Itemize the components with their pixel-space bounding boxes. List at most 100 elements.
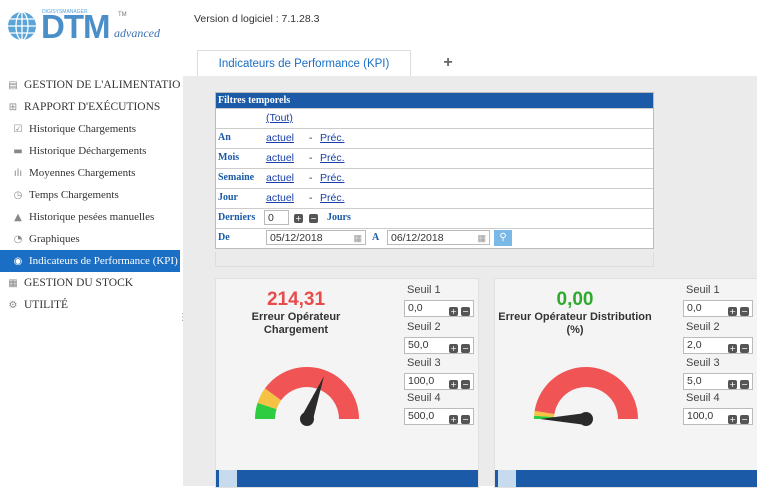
kpi-label: Erreur Opérateur Distribution (%) [498, 311, 652, 336]
actuel-link[interactable]: actuel [266, 192, 294, 204]
dashboard-icon: ◉ [13, 256, 23, 267]
version-text: Version d logiciel : 7.1.28.3 [194, 13, 320, 25]
bars-icon: ılı [13, 168, 23, 179]
sidebar-item-label: GESTION DU STOCK [24, 277, 134, 289]
sidebar-item-1[interactable]: ⊞ RAPPORT D'EXÉCUTIONS [0, 96, 180, 118]
calendar-icon[interactable]: ▦ [477, 231, 486, 246]
plus-icon[interactable]: + [449, 414, 459, 424]
sidebar-item-10[interactable]: ⚙ UTILITÉ [0, 294, 180, 316]
seuil-input[interactable]: 50,0 + − [404, 337, 474, 354]
minus-icon[interactable]: − [461, 379, 470, 389]
seuil-input[interactable]: 5,0 + − [683, 373, 753, 390]
sidebar-item-label: UTILITÉ [24, 299, 69, 311]
plus-icon[interactable]: + [449, 343, 459, 353]
plus-icon[interactable]: + [449, 306, 459, 316]
seuil-value: 0,0 [687, 302, 702, 314]
sidebar-item-label: RAPPORT D'EXÉCUTIONS [24, 101, 161, 113]
sidebar-item-4[interactable]: ılı Moyennes Chargements [0, 162, 180, 184]
search-button[interactable]: ⚲ [494, 230, 512, 246]
prec-link[interactable]: Préc. [320, 132, 345, 144]
kpi-label: Erreur Opérateur Chargement [251, 311, 341, 336]
truck-icon: ▬ [13, 146, 23, 157]
feed-icon: ▤ [8, 80, 18, 91]
app-logo: DIGISYSMANAGER DTM TM advanced [6, 6, 176, 46]
derniers-label: Derniers [218, 212, 256, 223]
sidebar-item-9[interactable]: ▦ GESTION DU STOCK [0, 272, 180, 294]
seuil-input[interactable]: 100,0 + − [683, 408, 753, 425]
derniers-plus-icon[interactable]: + [294, 212, 303, 224]
all-link[interactable]: (Tout) [266, 112, 293, 124]
sidebar-item-3[interactable]: ▬ Historique Déchargements [0, 140, 180, 162]
seuil-label: Seuil 4 [407, 392, 441, 404]
minus-icon[interactable]: − [740, 379, 749, 389]
logo-tm: TM [118, 12, 127, 18]
card-footer [216, 470, 478, 487]
sidebar-item-5[interactable]: ◷ Temps Chargements [0, 184, 180, 206]
minus-icon[interactable]: − [740, 306, 749, 316]
jours-label: Jours [327, 212, 351, 223]
derniers-input[interactable]: 0 [264, 210, 289, 225]
actuel-link[interactable]: actuel [266, 152, 294, 164]
a-label: A [372, 232, 380, 243]
logo-sub-text: advanced [114, 26, 160, 40]
filter-row-period: An actuel - Préc. [216, 128, 653, 148]
prec-link[interactable]: Préc. [320, 172, 345, 184]
add-tab-button[interactable]: + [411, 50, 485, 76]
kpi-card: 214,31 Erreur Opérateur Chargement Seuil 1… [215, 278, 479, 488]
collapse-up-button[interactable] [498, 470, 516, 487]
prec-link[interactable]: Préc. [320, 192, 345, 204]
plus-icon[interactable]: + [728, 306, 738, 316]
sidebar-item-label: Temps Chargements [29, 189, 119, 201]
sidebar-item-label: Historique pesées manuelles [29, 211, 155, 223]
seuil-input[interactable]: 0,0 + − [683, 300, 753, 317]
minus-icon[interactable]: − [461, 343, 470, 353]
actuel-link[interactable]: actuel [266, 132, 294, 144]
date-to-value: 06/12/2018 [391, 232, 444, 244]
sidebar-item-6[interactable]: ▲ Historique pesées manuelles [0, 206, 180, 228]
pie-chart-icon: ◔ [13, 234, 23, 245]
separator-dash: - [309, 152, 313, 164]
plus-icon[interactable]: + [728, 343, 738, 353]
minus-icon[interactable]: − [740, 414, 749, 424]
gauge-segment [534, 366, 638, 419]
plus-icon[interactable]: + [728, 414, 738, 424]
sidebar-item-7[interactable]: ◔ Graphiques [0, 228, 180, 250]
kpi-card: 0,00 Erreur Opérateur Distribution (%) Seu… [494, 278, 757, 488]
period-label: Mois [218, 152, 240, 163]
de-label: De [218, 232, 230, 243]
collapse-up-button[interactable] [219, 470, 237, 487]
gear-icon: ⚙ [8, 300, 18, 311]
tab-kpi[interactable]: Indicateurs de Performance (KPI) [197, 50, 411, 77]
date-from-input[interactable]: 05/12/2018 ▦ [266, 230, 366, 245]
seuil-value: 100,0 [687, 410, 714, 422]
filters-footer [215, 252, 654, 267]
seuil-input[interactable]: 0,0 + − [404, 300, 474, 317]
sidebar-item-0[interactable]: ▤ GESTION DE L'ALIMENTATION [0, 74, 180, 96]
actuel-link[interactable]: actuel [266, 172, 294, 184]
date-to-input[interactable]: 06/12/2018 ▦ [387, 230, 490, 245]
resize-grip[interactable]: ⋮ [178, 313, 188, 330]
sidebar-item-label: GESTION DE L'ALIMENTATION [24, 79, 180, 91]
gauge-hub [300, 412, 314, 426]
minus-icon[interactable]: − [461, 306, 470, 316]
plus-icon[interactable]: + [728, 379, 738, 389]
kpi-value: 214,31 [266, 289, 326, 310]
minus-icon[interactable]: − [461, 414, 470, 424]
prec-link[interactable]: Préc. [320, 152, 345, 164]
seuil-input[interactable]: 2,0 + − [683, 337, 753, 354]
seuil-value: 2,0 [687, 339, 702, 351]
minus-icon[interactable]: − [740, 343, 749, 353]
sidebar-item-8[interactable]: ◉ Indicateurs de Performance (KPI) [0, 250, 180, 272]
seuil-input[interactable]: 100,0 + − [404, 373, 474, 390]
filter-row-derniers: Derniers 0 + − Jours [216, 208, 653, 228]
scale-icon: ▲ [14, 212, 22, 223]
plus-icon[interactable]: + [449, 379, 459, 389]
seuil-input[interactable]: 500,0 + − [404, 408, 474, 425]
sidebar-item-label: Graphiques [29, 233, 80, 245]
sidebar-item-2[interactable]: ☑ Historique Chargements [0, 118, 180, 140]
period-label: Semaine [218, 172, 255, 183]
filters-title: Filtres temporels [216, 93, 653, 108]
date-from-value: 05/12/2018 [270, 232, 323, 244]
calendar-icon[interactable]: ▦ [353, 231, 362, 246]
derniers-minus-icon[interactable]: − [309, 212, 318, 224]
